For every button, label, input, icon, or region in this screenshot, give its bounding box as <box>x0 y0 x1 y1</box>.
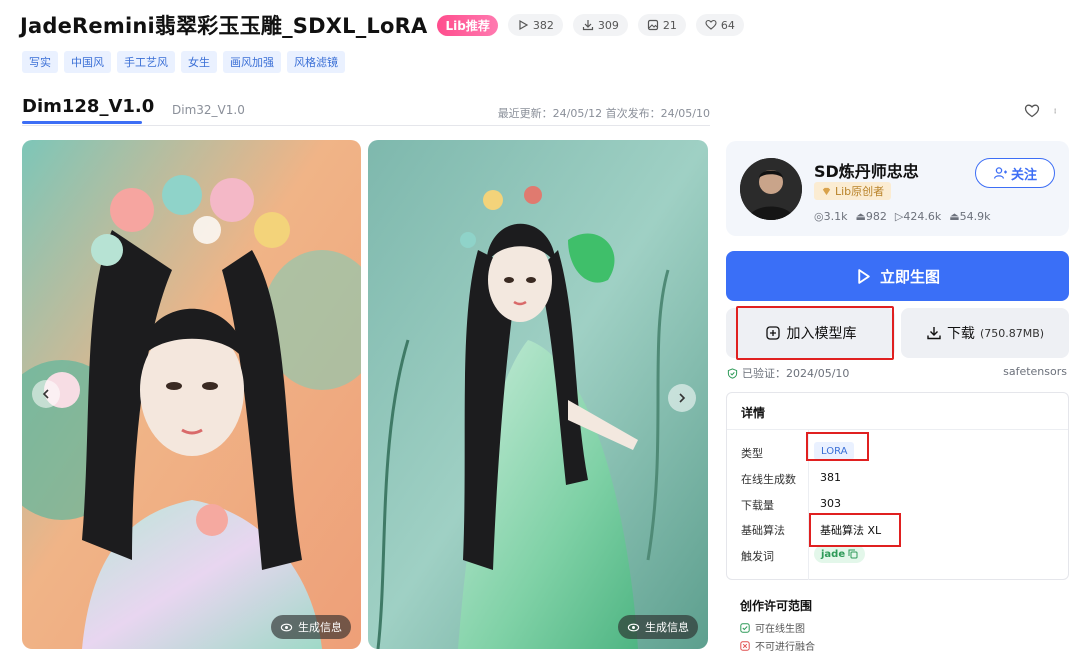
details-panel: 详情 类型 LORA 在线生成数 381 下载量 303 基础算法 基础算法 X… <box>726 392 1069 580</box>
author-followers-value: 3.1k <box>823 210 848 223</box>
shield-check-icon <box>727 367 738 379</box>
download-icon <box>927 327 941 340</box>
x-square-icon <box>740 640 750 651</box>
like-count-value: 64 <box>720 18 735 32</box>
tag-item[interactable]: 女生 <box>181 51 217 73</box>
download-size: (750.87MB) <box>979 326 1045 340</box>
detail-row-type: 类型 LORA <box>727 439 1068 465</box>
generate-now-button[interactable]: 立即生图 <box>726 251 1069 301</box>
tab-version-active[interactable]: Dim128_V1.0 <box>22 96 154 117</box>
detail-label: 下载量 <box>741 499 774 512</box>
tag-item[interactable]: 画风加强 <box>223 51 281 73</box>
tag-item[interactable]: 中国风 <box>64 51 111 73</box>
download-count-value: 309 <box>597 18 619 32</box>
verified-date: 已验证：2024/05/10 <box>742 367 850 380</box>
detail-label: 基础算法 <box>741 524 785 537</box>
eye-icon <box>627 623 640 631</box>
gen-info-label: 生成信息 <box>298 621 342 634</box>
run-count-value: 382 <box>532 18 554 32</box>
image-count-stat: 21 <box>637 14 686 36</box>
avatar-image <box>740 158 802 220</box>
author-runs: ▷424.6k <box>894 210 942 223</box>
active-tab-indicator <box>22 121 142 124</box>
download-label: 下载 <box>946 326 975 342</box>
detail-label: 类型 <box>741 447 763 460</box>
model-title: JadeRemini翡翠彩玉玉雕_SDXL_LoRA <box>20 14 428 38</box>
run-count-stat: 382 <box>507 14 563 36</box>
like-count-stat[interactable]: 64 <box>695 14 744 36</box>
tag-list: 写实 中国风 手工艺风 女生 画风加强 风格滤镜 <box>22 51 345 73</box>
title-row: JadeRemini翡翠彩玉玉雕_SDXL_LoRA Lib推荐 382 309… <box>20 10 744 40</box>
image-icon <box>647 19 658 31</box>
author-runs-value: 424.6k <box>903 210 942 223</box>
diamond-icon <box>822 187 831 195</box>
update-dates: 最近更新：24/05/12 首次发布：24/05/10 <box>497 107 710 120</box>
original-creator-label: Lib原创者 <box>835 185 885 198</box>
detail-value: 381 <box>820 471 841 484</box>
play-icon <box>858 268 870 284</box>
details-title: 详情 <box>741 406 766 420</box>
chevron-left-icon <box>42 389 49 399</box>
download-button[interactable]: 下载 (750.87MB) <box>901 308 1069 358</box>
details-divider <box>727 429 1068 430</box>
download-count-stat: 309 <box>572 14 628 36</box>
detail-label: 在线生成数 <box>741 473 796 486</box>
detail-label: 触发词 <box>741 550 774 563</box>
author-card: SD炼丹师忠忠 Lib原创者 ◎3.1k ⏏982 ▷424.6k ⏏54.9k… <box>726 141 1069 236</box>
gen-info-label: 生成信息 <box>645 621 689 634</box>
generate-now-label: 立即生图 <box>879 267 940 286</box>
tag-item[interactable]: 手工艺风 <box>117 51 175 73</box>
verified-info: 已验证：2024/05/10 <box>727 365 849 381</box>
highlight-box-add-to-library <box>736 306 894 360</box>
jade-figure-standing <box>368 140 708 649</box>
tag-item[interactable]: 风格滤镜 <box>287 51 345 73</box>
add-user-icon <box>993 167 1007 179</box>
heart-icon <box>705 19 717 30</box>
author-downloads-value: 54.9k <box>959 210 991 223</box>
favorite-heart-icon[interactable] <box>1024 103 1040 119</box>
gen-info-button[interactable]: 生成信息 <box>271 615 351 639</box>
author-followers: ◎3.1k <box>814 210 848 223</box>
jade-figure-portrait <box>22 140 361 649</box>
more-vertical-icon[interactable] <box>1054 103 1060 119</box>
tag-item[interactable]: 写实 <box>22 51 58 73</box>
tab-version-other[interactable]: Dim32_V1.0 <box>172 103 245 117</box>
trigger-word: jade <box>821 548 846 560</box>
gallery-image-1[interactable]: 生成信息 <box>22 140 361 649</box>
download-icon <box>582 20 593 31</box>
prev-image-button[interactable] <box>32 380 60 408</box>
next-image-button[interactable] <box>668 384 696 412</box>
highlight-box-type <box>806 432 869 461</box>
author-name[interactable]: SD炼丹师忠忠 <box>814 158 919 182</box>
top-right-actions <box>1024 103 1060 119</box>
lib-recommend-badge: Lib推荐 <box>437 14 498 36</box>
gen-info-button[interactable]: 生成信息 <box>618 615 698 639</box>
detail-value: 303 <box>820 497 841 510</box>
license-item-denied: 不可进行融合 <box>740 638 815 653</box>
detail-row-online-gen: 在线生成数 381 <box>727 465 1068 491</box>
follow-label: 关注 <box>1010 167 1037 183</box>
highlight-box-base-algo <box>809 513 901 547</box>
original-creator-badge: Lib原创者 <box>814 182 892 200</box>
chevron-right-icon <box>679 393 686 403</box>
license-item-text: 可在线生图 <box>755 624 805 635</box>
license-title: 创作许可范围 <box>740 599 813 613</box>
image-count-value: 21 <box>662 18 677 32</box>
author-likes: ⏏982 <box>855 210 887 223</box>
eye-icon <box>280 623 293 631</box>
play-icon <box>519 19 529 31</box>
file-format-label: safetensors <box>1003 365 1067 378</box>
follow-button[interactable]: 关注 <box>975 158 1055 188</box>
copy-icon[interactable] <box>848 549 858 559</box>
trigger-word-tag[interactable]: jade <box>814 545 866 563</box>
author-stats: ◎3.1k ⏏982 ▷424.6k ⏏54.9k <box>814 210 991 223</box>
author-downloads: ⏏54.9k <box>949 210 991 223</box>
author-likes-value: 982 <box>865 210 887 223</box>
license-item-text: 不可进行融合 <box>755 642 815 653</box>
version-tabs: Dim128_V1.0 Dim32_V1.0 最近更新：24/05/12 首次发… <box>22 96 710 126</box>
license-item-allowed: 可在线生图 <box>740 620 805 635</box>
author-avatar[interactable] <box>740 158 802 220</box>
check-square-icon <box>740 622 750 633</box>
gallery-image-2[interactable]: 生成信息 <box>368 140 708 649</box>
